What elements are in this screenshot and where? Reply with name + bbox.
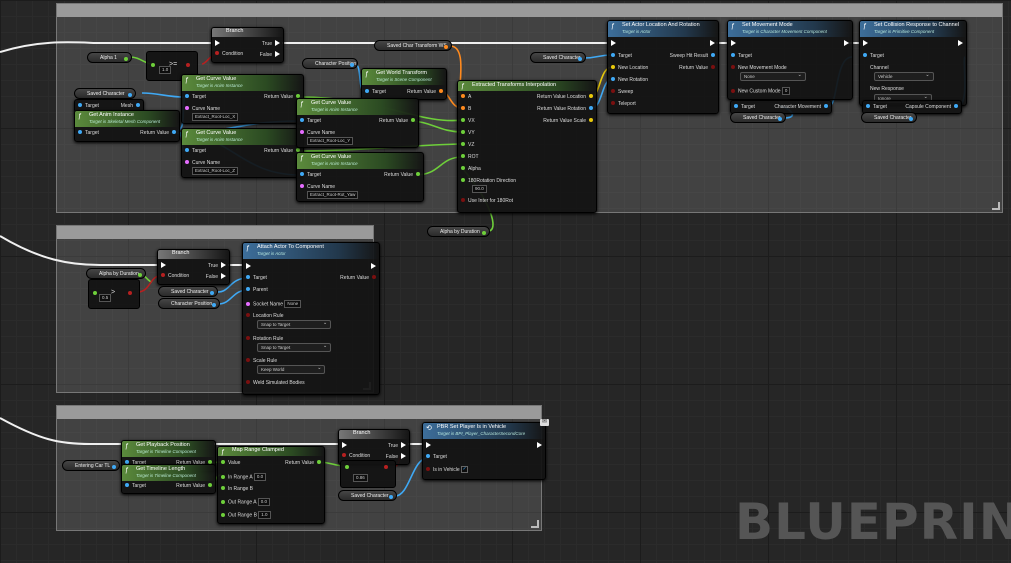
- message-icon: ✉: [540, 419, 549, 426]
- compare-node-2[interactable]: 0.5 >: [88, 279, 140, 309]
- var-alpha1[interactable]: Alpha 1: [87, 52, 132, 63]
- var-character-position-attach[interactable]: Character Position: [158, 298, 220, 309]
- socket-name-field[interactable]: None: [284, 300, 302, 308]
- var-saved-character-mesh[interactable]: Saved Character: [74, 88, 136, 99]
- var-saved-character-vehicle[interactable]: Saved Character: [338, 490, 397, 501]
- curve-x-name-field[interactable]: Extract_Root-Loc_X: [192, 113, 239, 121]
- rotation-direction-field[interactable]: 90.0: [472, 185, 487, 193]
- rotation-rule-dropdown[interactable]: Snap to Target: [257, 343, 332, 352]
- var-entering-car-tl[interactable]: Entering Car TL: [62, 460, 120, 471]
- var-alpha-by-duration[interactable]: Alpha by Duration: [86, 268, 146, 279]
- get-timeline-length-node[interactable]: ƒ Get Timeline Length Target is Timeline C…: [121, 464, 216, 494]
- var-saved-character-movement[interactable]: Saved Character: [730, 112, 786, 123]
- custom-mode-field[interactable]: 0: [781, 87, 791, 95]
- curve-y-name-field[interactable]: Extract_Root-Loc_Y: [307, 137, 354, 145]
- set-movement-mode-node[interactable]: ƒ Set Movement Mode Target is Character Mo…: [727, 20, 853, 100]
- var-saved-char-transform[interactable]: Saved Char Transform WS: [374, 40, 452, 51]
- in-range-a-field[interactable]: 0.0: [253, 473, 267, 481]
- branch-node-2[interactable]: Branch Condition True False: [157, 249, 230, 285]
- var-alpha-by-duration-top[interactable]: Alpha by Duration: [427, 226, 490, 237]
- attach-actor-to-component-node[interactable]: ƒ Attach Actor To Component Target is Acto…: [242, 242, 380, 395]
- is-in-vehicle-checkbox[interactable]: ✓: [461, 466, 469, 473]
- scale-rule-dropdown[interactable]: Keep World: [257, 365, 326, 374]
- compare1-operator: >=: [169, 61, 178, 68]
- blueprint-watermark: BLUEPRINT: [735, 493, 1011, 551]
- set-actor-location-rotation-node[interactable]: ƒ Set Actor Location And Rotation Target i…: [607, 20, 719, 114]
- var-saved-character-capsule[interactable]: Saved Character: [861, 112, 917, 123]
- get-curve-value-y-node[interactable]: ƒ Get Curve Value Target is Anim Instance …: [296, 98, 419, 148]
- out-range-a-field[interactable]: 0.0: [257, 498, 271, 506]
- compare2-value-field[interactable]: 0.5: [99, 294, 112, 302]
- out-range-b-field[interactable]: 1.0: [258, 511, 271, 519]
- compare2-operator: >: [111, 289, 116, 296]
- branch-node-1[interactable]: Branch Condition True False: [211, 27, 284, 63]
- get-anim-instance-node[interactable]: ƒ Get Anim Instance Target is Skeletal Mes…: [74, 110, 180, 142]
- map-range-clamped-node[interactable]: ƒ Map Range Clamped Value Return Value In…: [217, 446, 325, 524]
- channel-dropdown[interactable]: Vehicle: [874, 72, 934, 81]
- get-curve-value-x-node[interactable]: ƒ Get Curve Value Target is Anim Instance …: [181, 74, 304, 124]
- extracted-transforms-interpolation-node[interactable]: ƒ Extracted Transforms Interpolation A B …: [457, 80, 597, 213]
- compare3-value-field[interactable]: 0.86: [353, 474, 368, 482]
- compare-node-3[interactable]: 0.86: [340, 460, 396, 488]
- var-saved-character-attach[interactable]: Saved Character: [158, 286, 218, 297]
- get-curve-value-z-node[interactable]: ƒ Get Curve Value Target is Anim Instance …: [181, 128, 304, 178]
- var-character-position[interactable]: Character Position: [302, 58, 358, 69]
- location-rule-dropdown[interactable]: Snap to Target: [257, 320, 332, 329]
- set-collision-response-node[interactable]: ƒ Set Collision Response to Channel Target…: [859, 20, 967, 106]
- get-world-transform-node[interactable]: ƒ Get World Transform Target is Scene Comp…: [361, 68, 447, 100]
- set-player-in-vehicle-node[interactable]: ⟲ PBR Set Player Is in Vehicle Target is B…: [422, 422, 546, 480]
- get-curve-value-yaw-node[interactable]: ƒ Get Curve Value Target is Anim Instance …: [296, 152, 424, 202]
- curve-z-name-field[interactable]: Extract_Root-Loc_Z: [192, 167, 239, 175]
- var-saved-character-top[interactable]: Saved Character: [530, 52, 586, 63]
- movement-mode-dropdown[interactable]: None: [740, 72, 806, 81]
- curve-yaw-name-field[interactable]: Extract_Root-Rot_Yaw: [307, 191, 359, 199]
